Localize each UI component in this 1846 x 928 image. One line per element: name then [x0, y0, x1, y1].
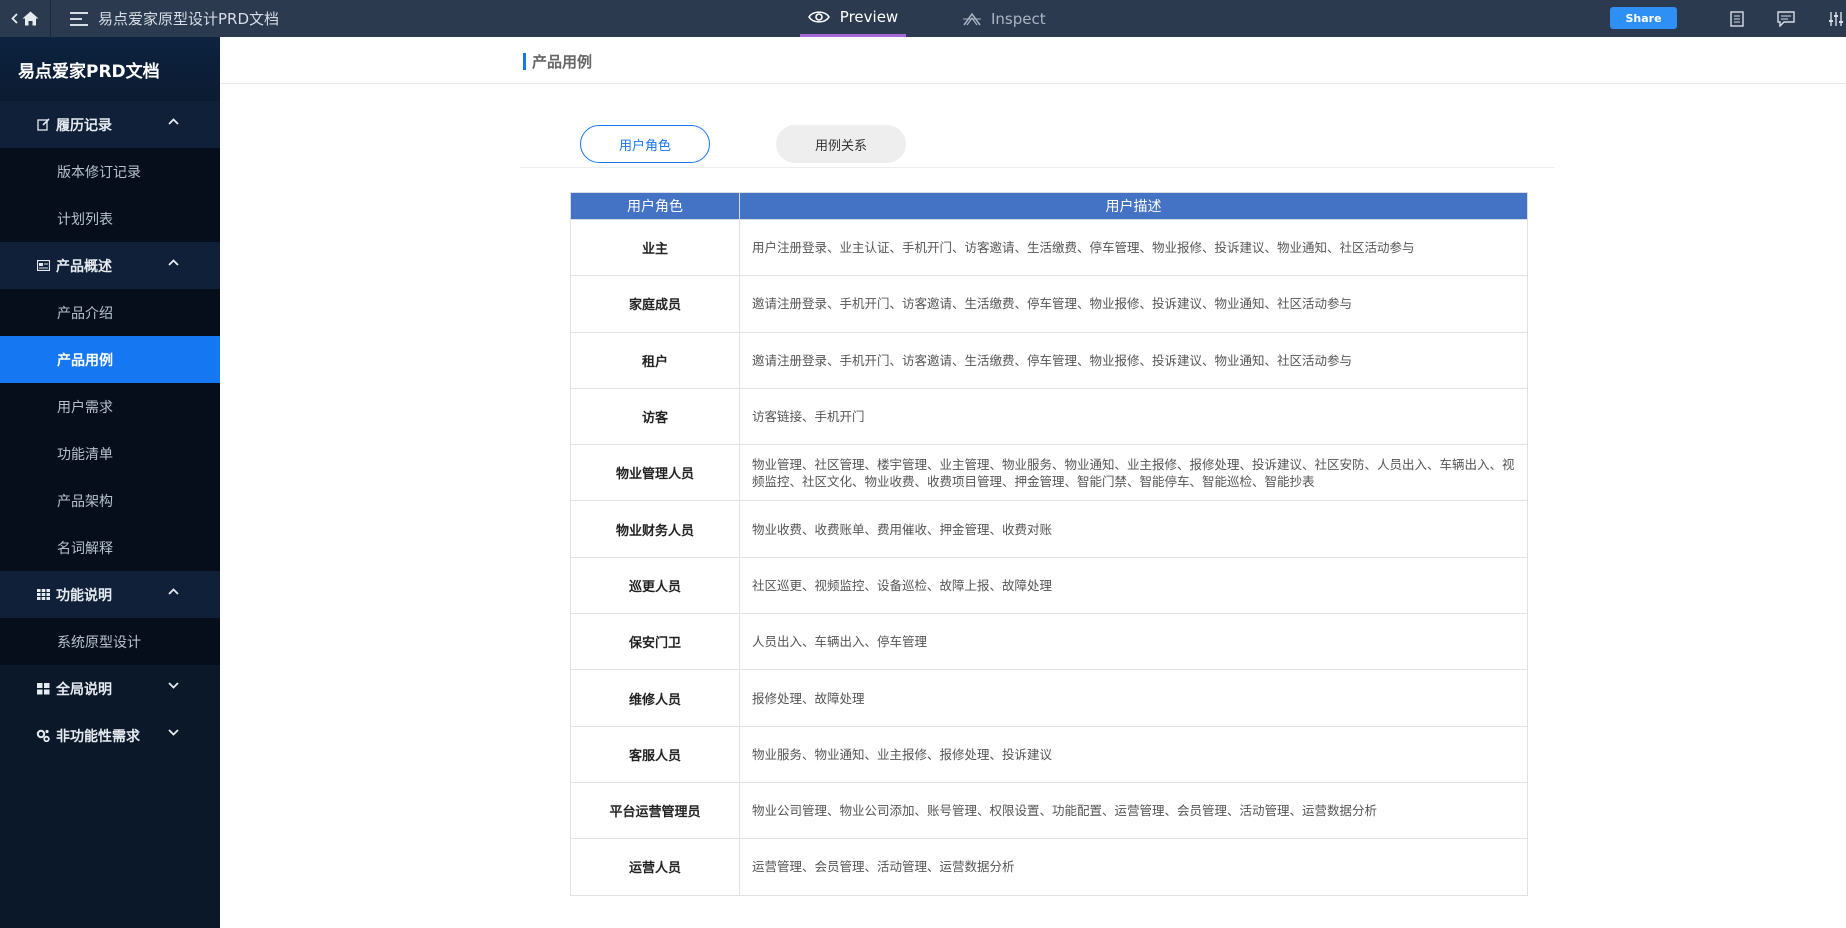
home-button[interactable] [0, 0, 51, 37]
sidebar-group-non-functional[interactable]: 非功能性需求 [0, 712, 220, 759]
chevron-up-icon [168, 118, 179, 125]
tab-preview[interactable]: Preview [800, 0, 906, 37]
tab-inspect[interactable]: Inspect [949, 0, 1060, 37]
description-cell: 邀请注册登录、手机开门、访客邀请、生活缴费、停车管理、物业报修、投诉建议、物业通… [739, 275, 1528, 333]
column-header-role: 用户角色 [570, 192, 740, 220]
role-cell: 业主 [570, 218, 740, 277]
chevron-down-icon [168, 729, 179, 736]
apps-icon [36, 682, 50, 696]
share-button[interactable]: Share [1610, 7, 1677, 29]
role-cell: 物业财务人员 [570, 500, 740, 558]
role-cell: 运营人员 [570, 838, 740, 896]
home-icon [22, 11, 39, 26]
description-cell: 邀请注册登录、手机开门、访客邀请、生活缴费、停车管理、物业报修、投诉建议、物业通… [739, 331, 1528, 389]
view-tabs: Preview Inspect [800, 0, 1060, 37]
grid-icon [36, 588, 50, 602]
table-header-row: 用户角色 用户描述 [570, 192, 1528, 220]
table-row: 家庭成员 邀请注册登录、手机开门、访客邀请、生活缴费、停车管理、物业报修、投诉建议… [570, 275, 1528, 333]
comment-icon[interactable] [1776, 9, 1796, 29]
sidebar-group-overview[interactable]: 产品概述 [0, 242, 220, 289]
sidebar-item-prototype-design[interactable]: 系统原型设计 [0, 618, 220, 665]
description-cell: 访客链接、手机开门 [739, 387, 1528, 446]
sidebar-item-version-history[interactable]: 版本修订记录 [0, 148, 220, 195]
sidebar-title: 易点爱家PRD文档 [0, 37, 220, 101]
cogs-icon [36, 729, 50, 743]
sidebar-group-global[interactable]: 全局说明 [0, 665, 220, 712]
edit-icon [36, 118, 50, 132]
notes-icon[interactable] [1727, 9, 1747, 29]
chevron-left-icon [11, 13, 18, 24]
role-cell: 保安门卫 [570, 613, 740, 671]
sidebar-group-label: 产品概述 [56, 258, 112, 275]
description-cell: 运营管理、会员管理、活动管理、运营数据分析 [739, 838, 1528, 896]
table-row: 物业管理人员 物业管理、社区管理、楼宇管理、业主管理、物业服务、物业通知、业主报修… [570, 444, 1528, 502]
table-row: 客服人员 物业服务、物业通知、业主报修、报修处理、投诉建议 [570, 725, 1528, 783]
menu-icon [70, 11, 88, 26]
sidebar-group-label: 全局说明 [56, 681, 112, 698]
sidebar-group-history[interactable]: 履历记录 [0, 101, 220, 148]
description-cell: 社区巡更、视频监控、设备巡检、故障上报、故障处理 [739, 556, 1528, 615]
inspect-icon [963, 12, 981, 25]
sidebar-item-glossary[interactable]: 名词解释 [0, 524, 220, 571]
table-row: 业主 用户注册登录、业主认证、手机开门、访客邀请、生活缴费、停车管理、物业报修、投… [570, 218, 1528, 277]
table-row: 平台运营管理员 物业公司管理、物业公司添加、账号管理、权限设置、功能配置、运营管理… [570, 781, 1528, 840]
role-cell: 物业管理人员 [570, 444, 740, 502]
tab-preview-label: Preview [839, 8, 899, 26]
table-row: 物业财务人员 物业收费、收费账单、费用催收、押金管理、收费对账 [570, 500, 1528, 558]
role-cell: 家庭成员 [570, 275, 740, 333]
table-row: 租户 邀请注册登录、手机开门、访客邀请、生活缴费、停车管理、物业报修、投诉建议、物… [570, 331, 1528, 389]
table-row: 访客 访客链接、手机开门 [570, 387, 1528, 446]
content-header: 产品用例 [220, 37, 1846, 84]
document-title: 易点爱家原型设计PRD文档 [98, 10, 280, 28]
description-cell: 用户注册登录、业主认证、手机开门、访客邀请、生活缴费、停车管理、物业报修、投诉建… [739, 218, 1528, 277]
role-cell: 访客 [570, 387, 740, 446]
description-cell: 物业收费、收费账单、费用催收、押金管理、收费对账 [739, 500, 1528, 558]
tab-inspect-label: Inspect [991, 9, 1046, 28]
sidebar-item-product-intro[interactable]: 产品介绍 [0, 289, 220, 336]
sidebar-group-label: 履历记录 [56, 117, 112, 134]
sidebar-group-features[interactable]: 功能说明 [0, 571, 220, 618]
user-roles-table: 用户角色 用户描述 业主 用户注册登录、业主认证、手机开门、访客邀请、生活缴费、停… [570, 192, 1528, 896]
top-bar: 易点爱家原型设计PRD文档 Preview Inspect Share [0, 0, 1846, 37]
section-title-accent [523, 53, 526, 70]
sidebar-item-user-requirements[interactable]: 用户需求 [0, 383, 220, 430]
sidebar-group-label: 非功能性需求 [56, 728, 140, 745]
description-cell: 物业公司管理、物业公司添加、账号管理、权限设置、功能配置、运营管理、会员管理、活… [739, 781, 1528, 840]
description-cell: 人员出入、车辆出入、停车管理 [739, 613, 1528, 671]
role-cell: 客服人员 [570, 725, 740, 783]
chevron-down-icon [168, 682, 179, 689]
role-cell: 租户 [570, 331, 740, 389]
sidebar-item-product-use-cases[interactable]: 产品用例 [0, 336, 220, 383]
tab-use-case-relations[interactable]: 用例关系 [776, 125, 906, 163]
role-cell: 平台运营管理员 [570, 781, 740, 840]
document-title-area[interactable]: 易点爱家原型设计PRD文档 [70, 0, 279, 37]
eye-icon [807, 11, 830, 23]
content-tabs: 用户角色 用例关系 [520, 125, 1554, 168]
sidebar-item-plan-list[interactable]: 计划列表 [0, 195, 220, 242]
column-header-description: 用户描述 [739, 192, 1528, 220]
chevron-up-icon [168, 259, 179, 266]
role-cell: 巡更人员 [570, 556, 740, 615]
page-title: 产品用例 [532, 53, 593, 71]
table-row: 运营人员 运营管理、会员管理、活动管理、运营数据分析 [570, 838, 1528, 896]
table-row: 保安门卫 人员出入、车辆出入、停车管理 [570, 613, 1528, 671]
tab-user-roles[interactable]: 用户角色 [580, 125, 710, 163]
table-row: 巡更人员 社区巡更、视频监控、设备巡检、故障上报、故障处理 [570, 556, 1528, 615]
description-cell: 报修处理、故障处理 [739, 669, 1528, 727]
sidebar: 易点爱家PRD文档 履历记录 版本修订记录 计划列表 产品概述 产品介绍 产品用… [0, 37, 220, 928]
sidebar-item-feature-list[interactable]: 功能清单 [0, 430, 220, 477]
settings-sliders-icon[interactable] [1826, 9, 1846, 29]
description-cell: 物业服务、物业通知、业主报修、报修处理、投诉建议 [739, 725, 1528, 783]
description-cell: 物业管理、社区管理、楼宇管理、业主管理、物业服务、物业通知、业主报修、报修处理、… [739, 444, 1528, 502]
document-icon [36, 259, 50, 273]
sidebar-group-label: 功能说明 [56, 587, 112, 604]
role-cell: 维修人员 [570, 669, 740, 727]
table-row: 维修人员 报修处理、故障处理 [570, 669, 1528, 727]
chevron-up-icon [168, 588, 179, 595]
sidebar-item-product-architecture[interactable]: 产品架构 [0, 477, 220, 524]
